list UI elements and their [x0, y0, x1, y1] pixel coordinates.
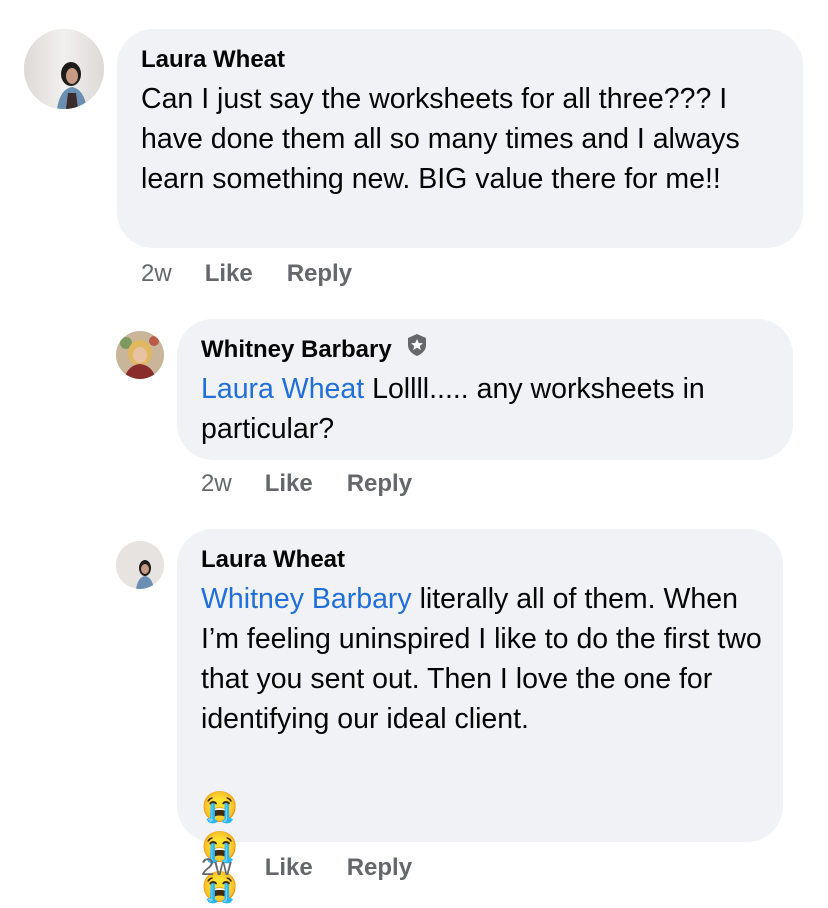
mention-link[interactable]: Whitney Barbary [201, 583, 412, 615]
comment-author[interactable]: Whitney Barbary [201, 333, 428, 364]
reply-button[interactable]: Reply [287, 260, 352, 288]
avatar[interactable] [116, 331, 164, 379]
profile-photo-icon [24, 29, 104, 109]
timestamp[interactable]: 2w [201, 470, 232, 498]
comment-actions: 2w Like Reply [201, 470, 412, 498]
comment-text: Laura Wheat Lollll..... any worksheets i… [201, 369, 786, 449]
avatar[interactable] [24, 29, 104, 109]
like-button[interactable]: Like [265, 470, 313, 498]
timestamp[interactable]: 2w [141, 260, 172, 288]
mention-link[interactable]: Laura Wheat [201, 373, 364, 405]
comment-author[interactable]: Laura Wheat [201, 546, 345, 574]
author-name[interactable]: Whitney Barbary [201, 336, 392, 363]
comment-text: Whitney Barbary literally all of them. W… [201, 579, 773, 739]
avatar[interactable] [116, 541, 164, 589]
comment-actions: 2w Like Reply [141, 260, 352, 288]
comment-text: Can I just say the worksheets for all th… [141, 83, 740, 195]
shield-badge-icon [406, 333, 428, 364]
profile-photo-icon [116, 331, 164, 379]
crying-emoji-row: 😭😭😭 [201, 791, 238, 904]
reply-button[interactable]: Reply [347, 470, 412, 498]
like-button[interactable]: Like [205, 260, 253, 288]
profile-photo-icon [116, 541, 164, 589]
comment-author[interactable]: Laura Wheat [141, 46, 285, 74]
